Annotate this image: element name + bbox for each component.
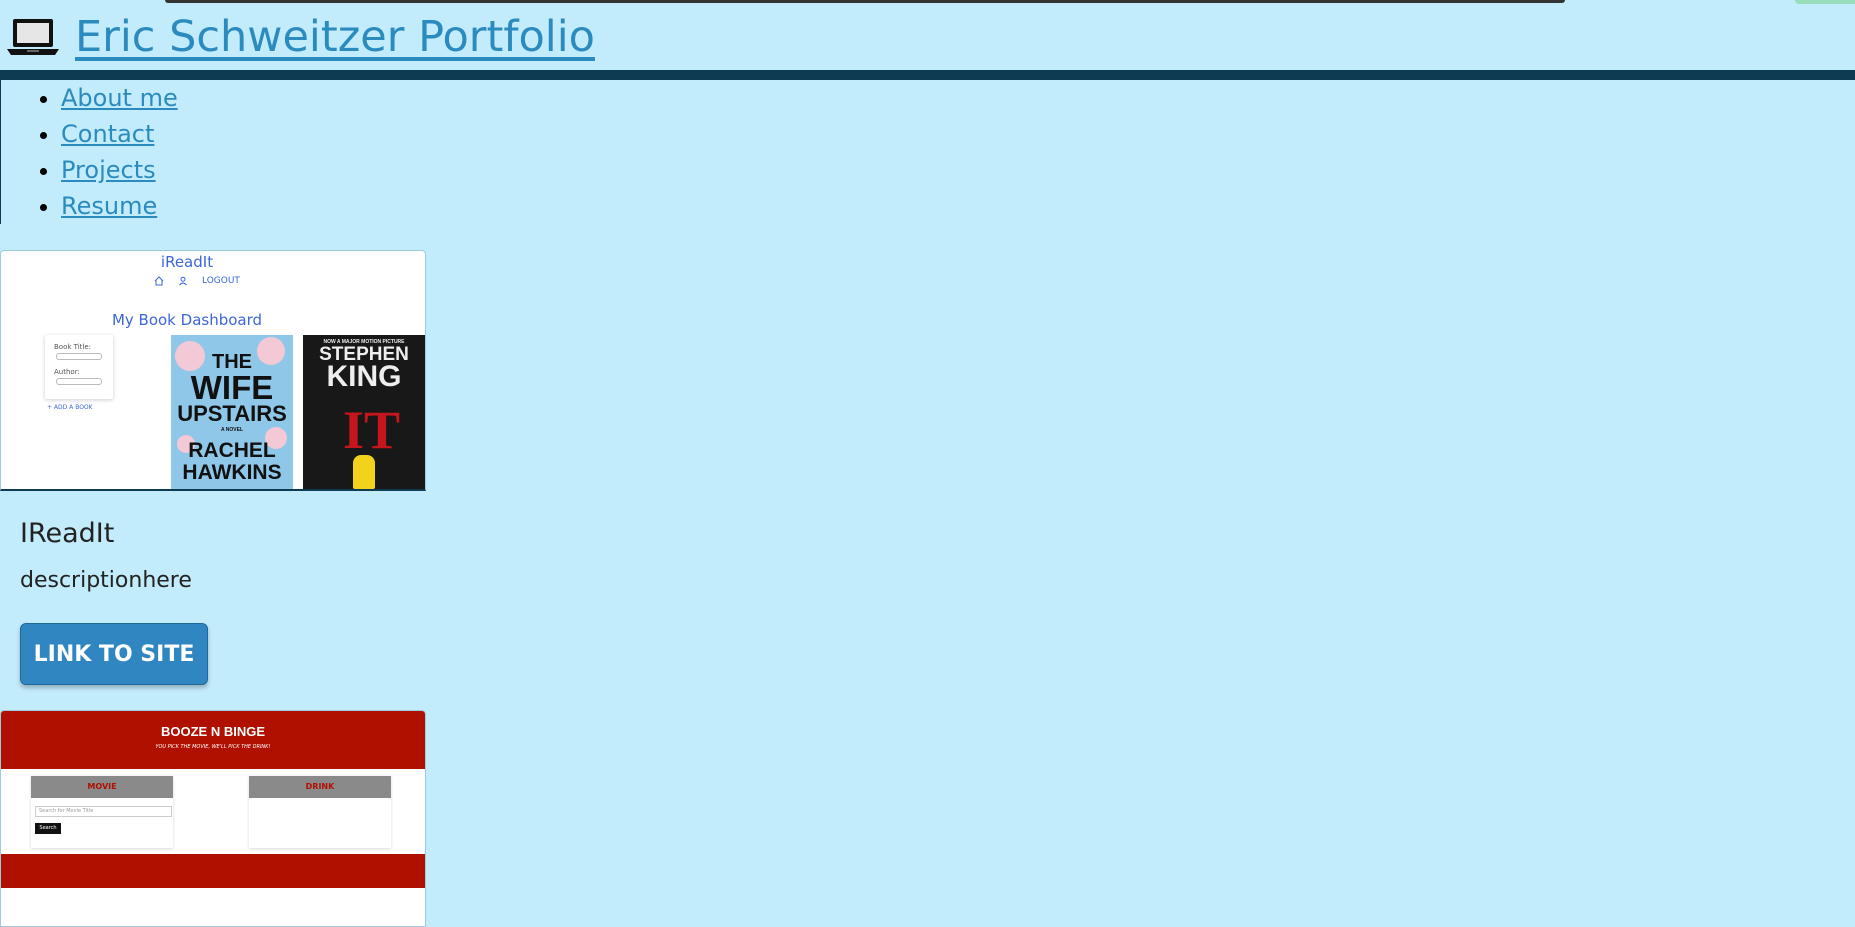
cover-text: UPSTAIRS: [177, 401, 287, 426]
nav-link-resume[interactable]: Resume: [61, 192, 157, 220]
project-description: descriptionhere: [20, 568, 192, 593]
cover-figure: [353, 455, 375, 489]
preview-add-book: + ADD A BOOK: [47, 404, 93, 411]
cover-text: IT: [343, 400, 401, 460]
site-title-link[interactable]: Eric Schweitzer Portfolio: [5, 12, 595, 62]
project-card-ireadit: iReadIt LOGOUT My Book Dashboard Book Ti…: [0, 250, 426, 710]
preview-movie-panel: MOVIE Search for Movie Title Search: [31, 776, 173, 848]
preview-book-title-label: Book Title:: [54, 343, 92, 351]
preview-app-title: BOOZE N BINGE: [160, 724, 265, 739]
nav-link-about[interactable]: About me: [61, 84, 178, 112]
preview-search-input: Search for Movie Title: [35, 806, 172, 817]
site-title: Eric Schweitzer Portfolio: [75, 12, 595, 62]
preview-dashboard-heading: My Book Dashboard: [111, 311, 263, 329]
browser-top-strip: [0, 0, 1855, 10]
book-cover-it: NOW A MAJOR MOTION PICTURE STEPHEN KING …: [303, 335, 425, 489]
browser-bar-right: [1795, 0, 1855, 4]
preview-search-button: Search: [35, 823, 61, 834]
laptop-icon: [7, 19, 59, 55]
preview-app-title: iReadIt: [160, 253, 214, 271]
nav-item: About me: [61, 80, 301, 116]
project-thumbnail-booze-n-binge: BOOZE N BINGE YOU PICK THE MOVIE, WE'LL …: [0, 710, 426, 927]
project-title: IReadIt: [20, 518, 115, 549]
nav-item: Contact: [61, 116, 301, 152]
nav-item: Projects: [61, 152, 301, 188]
nav-link-contact[interactable]: Contact: [61, 120, 154, 148]
preview-book-form: Book Title: Author:: [45, 335, 113, 399]
nav-link-projects[interactable]: Projects: [61, 156, 156, 184]
preview-author-label: Author:: [54, 368, 80, 376]
project-thumbnail-ireadit: iReadIt LOGOUT My Book Dashboard Book Ti…: [0, 250, 426, 491]
header-divider: [0, 70, 1855, 80]
preview-header-band: [1, 711, 425, 769]
preview-nav-icons: LOGOUT: [154, 276, 240, 286]
preview-author-field: [56, 378, 102, 385]
cover-text: KING: [326, 360, 402, 393]
cover-text: A NOVEL: [220, 427, 244, 433]
preview-footer-band: [1, 854, 425, 888]
home-icon: [154, 276, 164, 286]
preview-logout: LOGOUT: [202, 276, 240, 286]
link-to-site-button[interactable]: LINK TO SITE: [20, 623, 208, 685]
project-card-booze-n-binge: BOOZE N BINGE YOU PICK THE MOVIE, WE'LL …: [0, 710, 426, 927]
preview-drink-panel: DRINK: [249, 776, 391, 848]
user-icon: [179, 276, 187, 286]
preview-drink-label: DRINK: [249, 776, 391, 798]
nav-item: Resume: [61, 188, 301, 224]
browser-bar: [165, 0, 1565, 3]
nav-list: About me Contact Projects Resume: [1, 80, 301, 224]
cover-text: RACHEL: [188, 439, 276, 462]
cover-text: HAWKINS: [182, 461, 282, 484]
preview-subtitle: YOU PICK THE MOVIE, WE'LL PICK THE DRINK…: [155, 744, 271, 750]
main-nav: About me Contact Projects Resume: [0, 80, 301, 224]
site-header: Eric Schweitzer Portfolio: [0, 10, 1855, 80]
preview-book-title-field: [56, 353, 102, 360]
book-cover-wife-upstairs: THE WIFE UPSTAIRS A NOVEL RACHEL HAWKINS: [171, 335, 293, 489]
preview-movie-label: MOVIE: [31, 776, 173, 798]
